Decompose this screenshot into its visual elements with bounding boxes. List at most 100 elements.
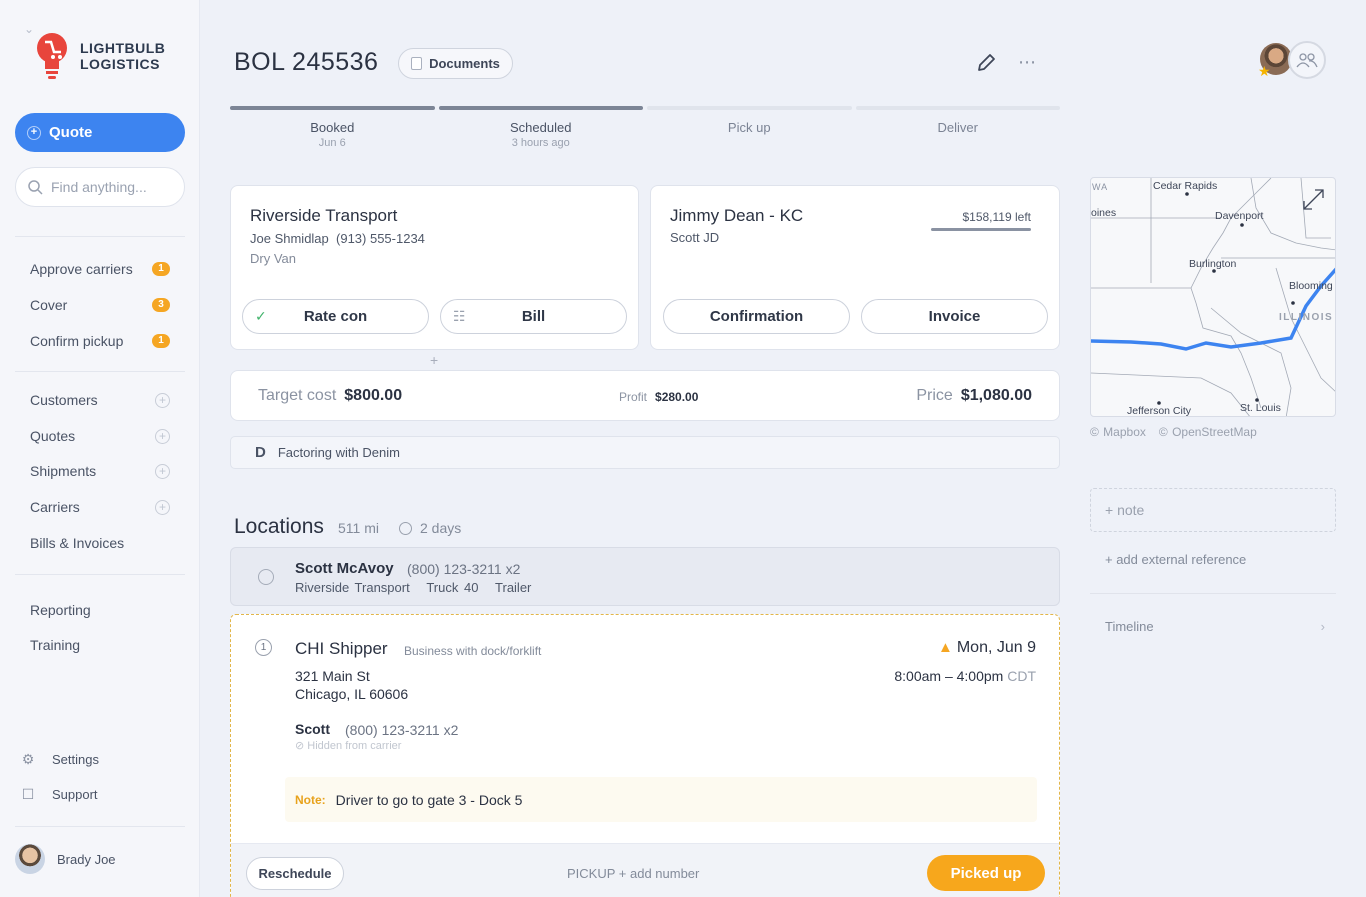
step-label: Booked: [310, 120, 355, 135]
task-label: Confirm pickup: [30, 333, 124, 349]
team-icon[interactable]: [1288, 41, 1326, 79]
expand-icon[interactable]: [1303, 189, 1324, 210]
sidebar-item-customers[interactable]: Customers +: [30, 392, 170, 408]
stop-hours-text: 8:00am – 4:00pm: [894, 668, 1004, 684]
add-note-box[interactable]: + note: [1090, 488, 1336, 532]
step-sub: 3 hours ago: [511, 137, 570, 149]
locations-title: Locations: [234, 515, 324, 538]
sidebar-item-support[interactable]: ☐ Support: [20, 786, 98, 803]
stop-date[interactable]: ▲ Mon, Jun 9: [938, 639, 1036, 657]
stop-type: Business with dock/forklift: [404, 644, 542, 658]
route-distance: 511 mi: [338, 520, 379, 536]
invoice-button[interactable]: Invoice: [861, 299, 1048, 334]
add-carrier-plus-icon[interactable]: +: [430, 352, 438, 368]
carrier-card: Riverside Transport Joe Shmidlap (913) 5…: [230, 185, 639, 350]
progress-bar: [438, 106, 643, 110]
confirmation-label: Confirmation: [709, 308, 804, 325]
carrier-equipment: Dry Van: [250, 251, 296, 266]
pickup-number-link[interactable]: PICKUP + add number: [567, 866, 699, 881]
reschedule-label: Reschedule: [258, 866, 332, 881]
map-label-wa: WA: [1092, 182, 1108, 192]
price[interactable]: Price $1,080.00: [916, 387, 1032, 405]
count-badge: 1: [152, 262, 170, 276]
user-menu[interactable]: Brady Joe: [15, 844, 185, 874]
carrier-contact: Joe Shmidlap (913) 555-1234: [250, 231, 425, 246]
confirmation-button[interactable]: Confirmation: [663, 299, 850, 334]
divider: [1090, 593, 1336, 594]
rate-con-button[interactable]: ✓ Rate con: [242, 299, 429, 334]
credit-bar: [931, 228, 1031, 231]
factoring-row[interactable]: D Factoring with Denim: [230, 436, 1060, 469]
sidebar-item-quotes[interactable]: Quotes +: [30, 428, 170, 444]
stop-number: 1: [255, 639, 272, 656]
sidebar-item-label: Training: [30, 637, 81, 653]
picked-up-button[interactable]: Picked up: [927, 855, 1045, 891]
brand-line-2: LOGISTICS: [80, 56, 160, 72]
step-label: Pick up: [727, 120, 771, 135]
task-approve-carriers[interactable]: Approve carriers 1: [30, 261, 170, 277]
customer-card: Jimmy Dean - KC Scott JD $158,119 left C…: [650, 185, 1060, 350]
gear-icon: ⚙: [21, 751, 35, 767]
stop-name[interactable]: CHI Shipper: [295, 639, 388, 659]
sidebar-item-label: Quotes: [30, 428, 76, 444]
task-cover[interactable]: Cover 3: [30, 297, 170, 313]
profit-value: $280.00: [655, 390, 699, 404]
add-shipment-icon[interactable]: +: [155, 463, 170, 479]
carrier-name[interactable]: Riverside Transport: [250, 206, 397, 226]
route-map[interactable]: WA Cedar Rapids oines Davenport Burlingt…: [1090, 177, 1336, 417]
task-confirm-pickup[interactable]: Confirm pickup 1: [30, 333, 170, 349]
driver-company: Riverside Transport: [295, 580, 410, 595]
sidebar-item-training[interactable]: Training: [30, 637, 170, 653]
stop-hours[interactable]: 8:00am – 4:00pm CDT: [894, 668, 1036, 684]
add-customer-icon[interactable]: +: [155, 392, 170, 408]
count-badge: 1: [152, 334, 170, 348]
bill-button[interactable]: ☷ Bill: [440, 299, 627, 334]
pencil-icon[interactable]: [975, 52, 997, 74]
collapse-chevron-icon[interactable]: ⌄: [24, 22, 34, 36]
carrier-contact-name: Joe Shmidlap: [250, 231, 329, 246]
stop-contact: Scott: [295, 721, 330, 737]
sidebar-item-carriers[interactable]: Carriers +: [30, 499, 170, 515]
target-cost[interactable]: Target cost $800.00: [258, 387, 402, 405]
sidebar-item-settings[interactable]: ⚙ Settings: [20, 751, 99, 768]
check-icon: ✓: [255, 308, 267, 324]
add-carrier-icon[interactable]: +: [155, 499, 170, 515]
receipt-icon: ☷: [453, 308, 466, 324]
search-input[interactable]: Find anything...: [15, 167, 185, 207]
brand-logo[interactable]: LIGHTBULB LOGISTICS: [36, 30, 165, 82]
denim-icon: D: [255, 444, 266, 461]
step-label: Deliver: [937, 120, 978, 135]
map-label-illinois: ILLINOIS: [1279, 312, 1333, 323]
note-text: Driver to go to gate 3 - Dock 5: [335, 791, 523, 808]
settings-label: Settings: [52, 752, 99, 767]
sidebar: ⌄ LIGHTBULB LOGISTICS + Quote Find anyth…: [0, 0, 200, 897]
progress-step-pickup: Pick up: [647, 106, 852, 149]
documents-button[interactable]: Documents: [398, 48, 513, 79]
more-options-icon[interactable]: ⋯: [1018, 52, 1038, 73]
eye-off-icon: ⊘: [295, 740, 305, 752]
hidden-from-carrier: ⊘ Hidden from carrier: [295, 739, 401, 752]
customer-name[interactable]: Jimmy Dean - KC: [670, 206, 803, 226]
chat-icon: ☐: [21, 786, 35, 802]
add-quote-icon[interactable]: +: [155, 428, 170, 444]
driver-card[interactable]: Scott McAvoy (800) 123-3211 x2 Riverside…: [230, 547, 1060, 606]
cost-summary: Target cost $800.00 Profit $280.00 Price $1…: [230, 370, 1060, 421]
sidebar-item-bills-invoices[interactable]: Bills & Invoices: [30, 535, 170, 551]
brand-name: LIGHTBULB LOGISTICS: [80, 40, 165, 72]
timeline-toggle[interactable]: Timeline ›: [1105, 619, 1325, 634]
rate-con-label: Rate con: [303, 308, 368, 325]
driver-phone: (800) 123-3211 x2: [407, 561, 521, 577]
sidebar-item-label: Customers: [30, 392, 98, 408]
stop-note[interactable]: Note: Driver to go to gate 3 - Dock 5: [285, 777, 1037, 822]
sidebar-item-reporting[interactable]: Reporting: [30, 602, 170, 618]
sidebar-item-shipments[interactable]: Shipments +: [30, 463, 170, 479]
mapbox-credit[interactable]: © Mapbox: [1090, 425, 1146, 439]
stop-address-line-1: 321 Main St: [295, 668, 370, 684]
osm-credit[interactable]: © OpenStreetMap: [1159, 425, 1257, 439]
add-external-reference-link[interactable]: + add external reference: [1105, 552, 1246, 567]
stop-address-line-2: Chicago, IL 60606: [295, 686, 409, 702]
plus-icon: +: [27, 125, 41, 140]
quote-button[interactable]: + Quote: [15, 113, 185, 152]
reschedule-button[interactable]: Reschedule: [246, 857, 344, 890]
note-label: Note:: [295, 792, 326, 807]
